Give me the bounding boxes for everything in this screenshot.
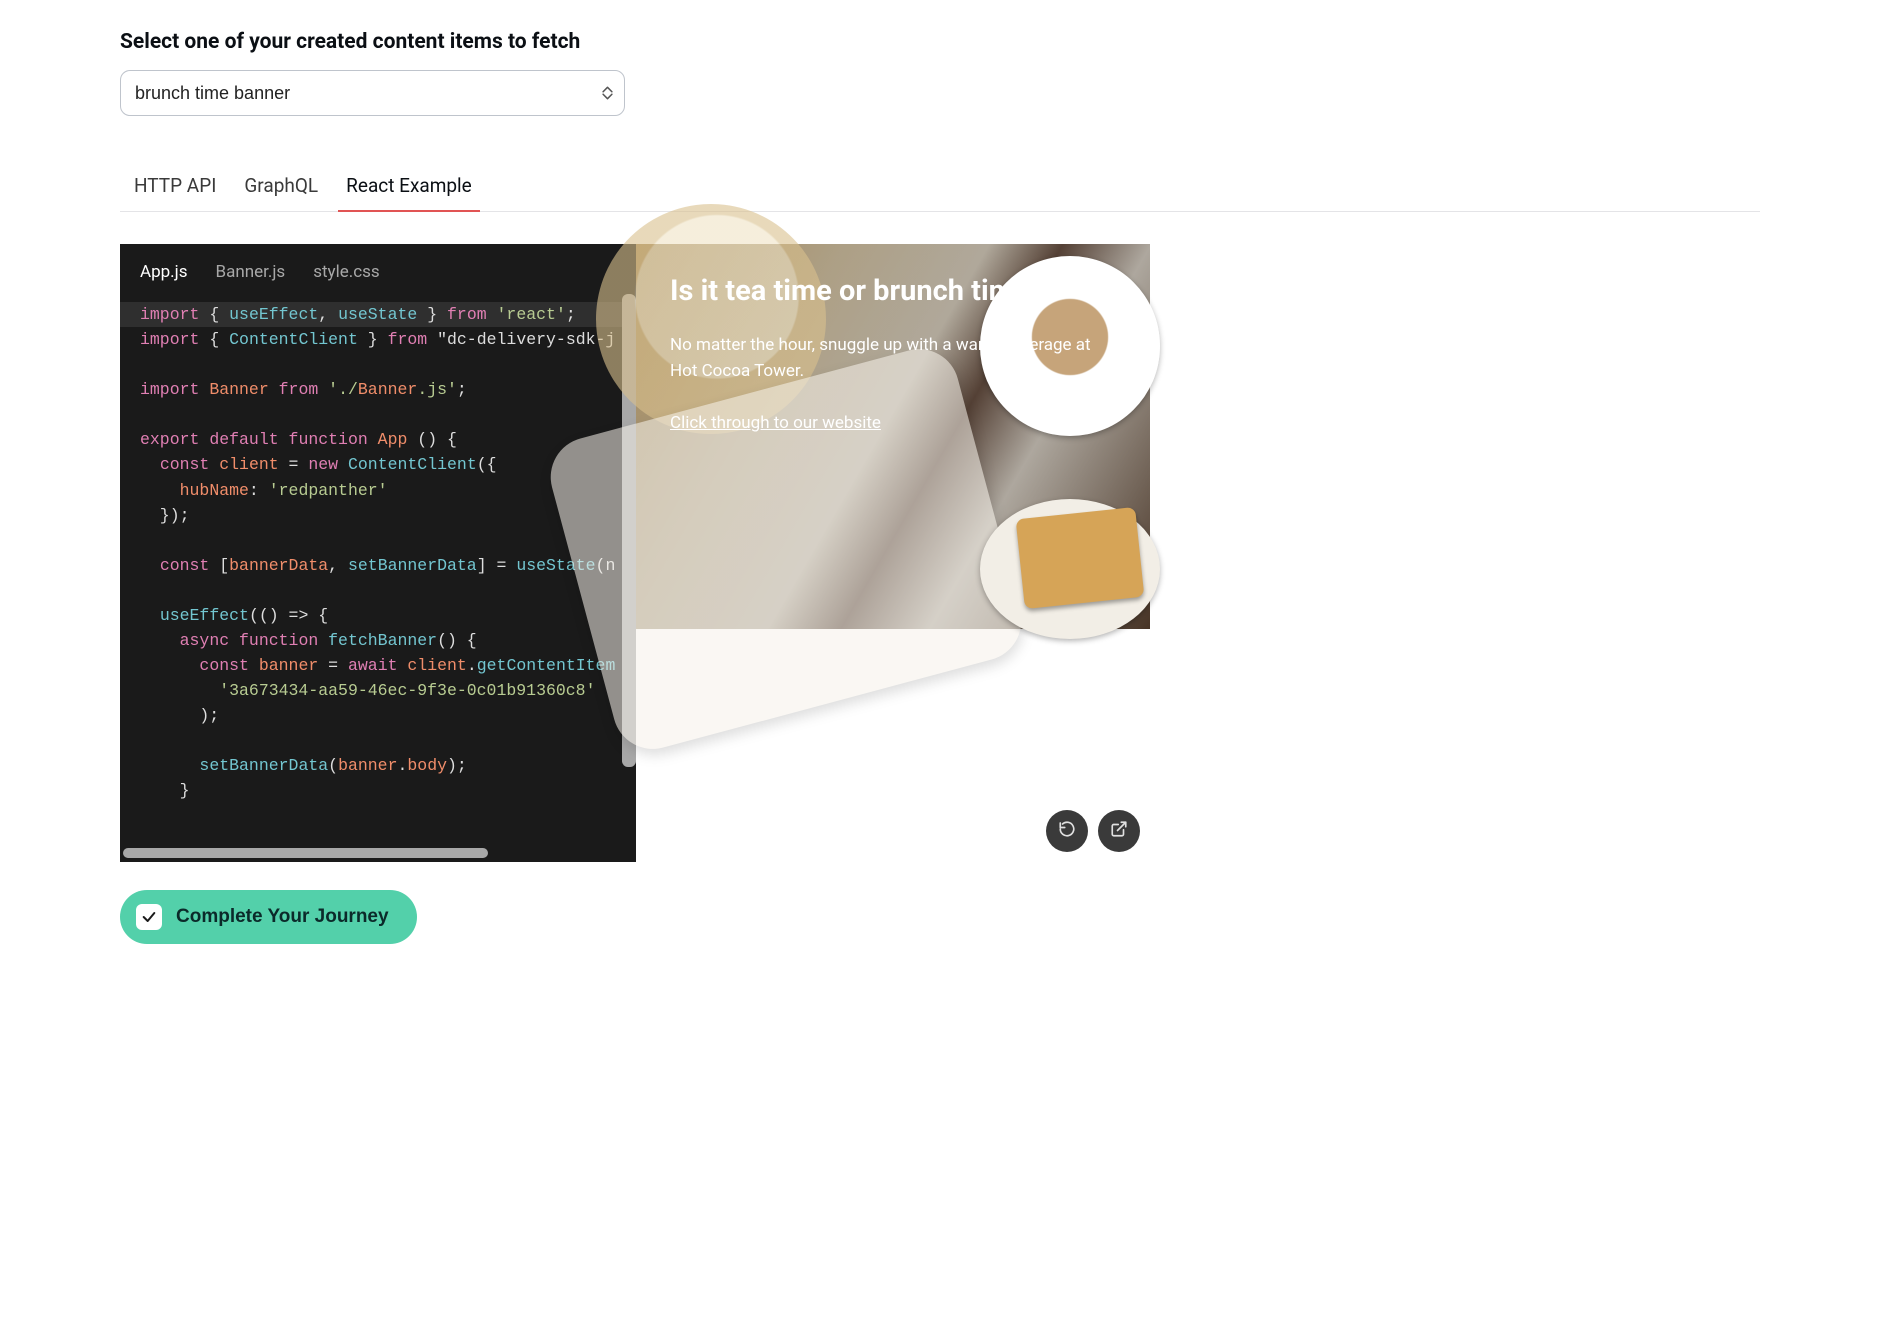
banner-title: Is it tea time or brunch time?: [670, 274, 1116, 308]
open-external-button[interactable]: [1098, 810, 1140, 852]
cta-label: Complete Your Journey: [176, 906, 389, 928]
external-link-icon: [1110, 820, 1128, 841]
horizontal-scrollbar[interactable]: [123, 848, 488, 858]
example-tabs: HTTP API GraphQL React Example: [120, 164, 1760, 212]
banner-preview: Is it tea time or brunch time? No matter…: [636, 244, 1150, 629]
content-item-select-wrapper: [120, 70, 625, 116]
tab-react-example[interactable]: React Example: [346, 164, 472, 211]
code-editor: App.js Banner.js style.css import { useE…: [120, 244, 636, 862]
banner-body: No matter the hour, snuggle up with a wa…: [670, 332, 1110, 385]
preview-pane: Is it tea time or brunch time? No matter…: [636, 244, 1150, 862]
complete-journey-button[interactable]: Complete Your Journey: [120, 890, 417, 944]
select-label: Select one of your created content items…: [120, 30, 1760, 54]
refresh-icon: [1058, 820, 1076, 841]
file-tab-banner-js[interactable]: Banner.js: [216, 262, 286, 282]
cracker-decor: [1016, 507, 1145, 609]
cta-row: Complete Your Journey: [120, 890, 1760, 944]
code-block: import { useEffect, useState } from 'rea…: [120, 294, 636, 844]
tab-http-api[interactable]: HTTP API: [134, 164, 216, 211]
file-tab-app-js[interactable]: App.js: [140, 262, 188, 282]
refresh-button[interactable]: [1046, 810, 1088, 852]
checkbox-checked-icon: [136, 904, 162, 930]
banner-link[interactable]: Click through to our website: [670, 413, 881, 433]
file-tabs: App.js Banner.js style.css: [120, 244, 636, 294]
tab-graphql[interactable]: GraphQL: [244, 164, 318, 211]
preview-actions: [1046, 810, 1140, 852]
code-scroll-area[interactable]: import { useEffect, useState } from 'rea…: [120, 294, 636, 844]
content-item-select[interactable]: [120, 70, 625, 116]
file-tab-style-css[interactable]: style.css: [313, 262, 379, 282]
example-panel: App.js Banner.js style.css import { useE…: [120, 244, 1150, 862]
horizontal-scrollbar-track: [120, 844, 636, 862]
